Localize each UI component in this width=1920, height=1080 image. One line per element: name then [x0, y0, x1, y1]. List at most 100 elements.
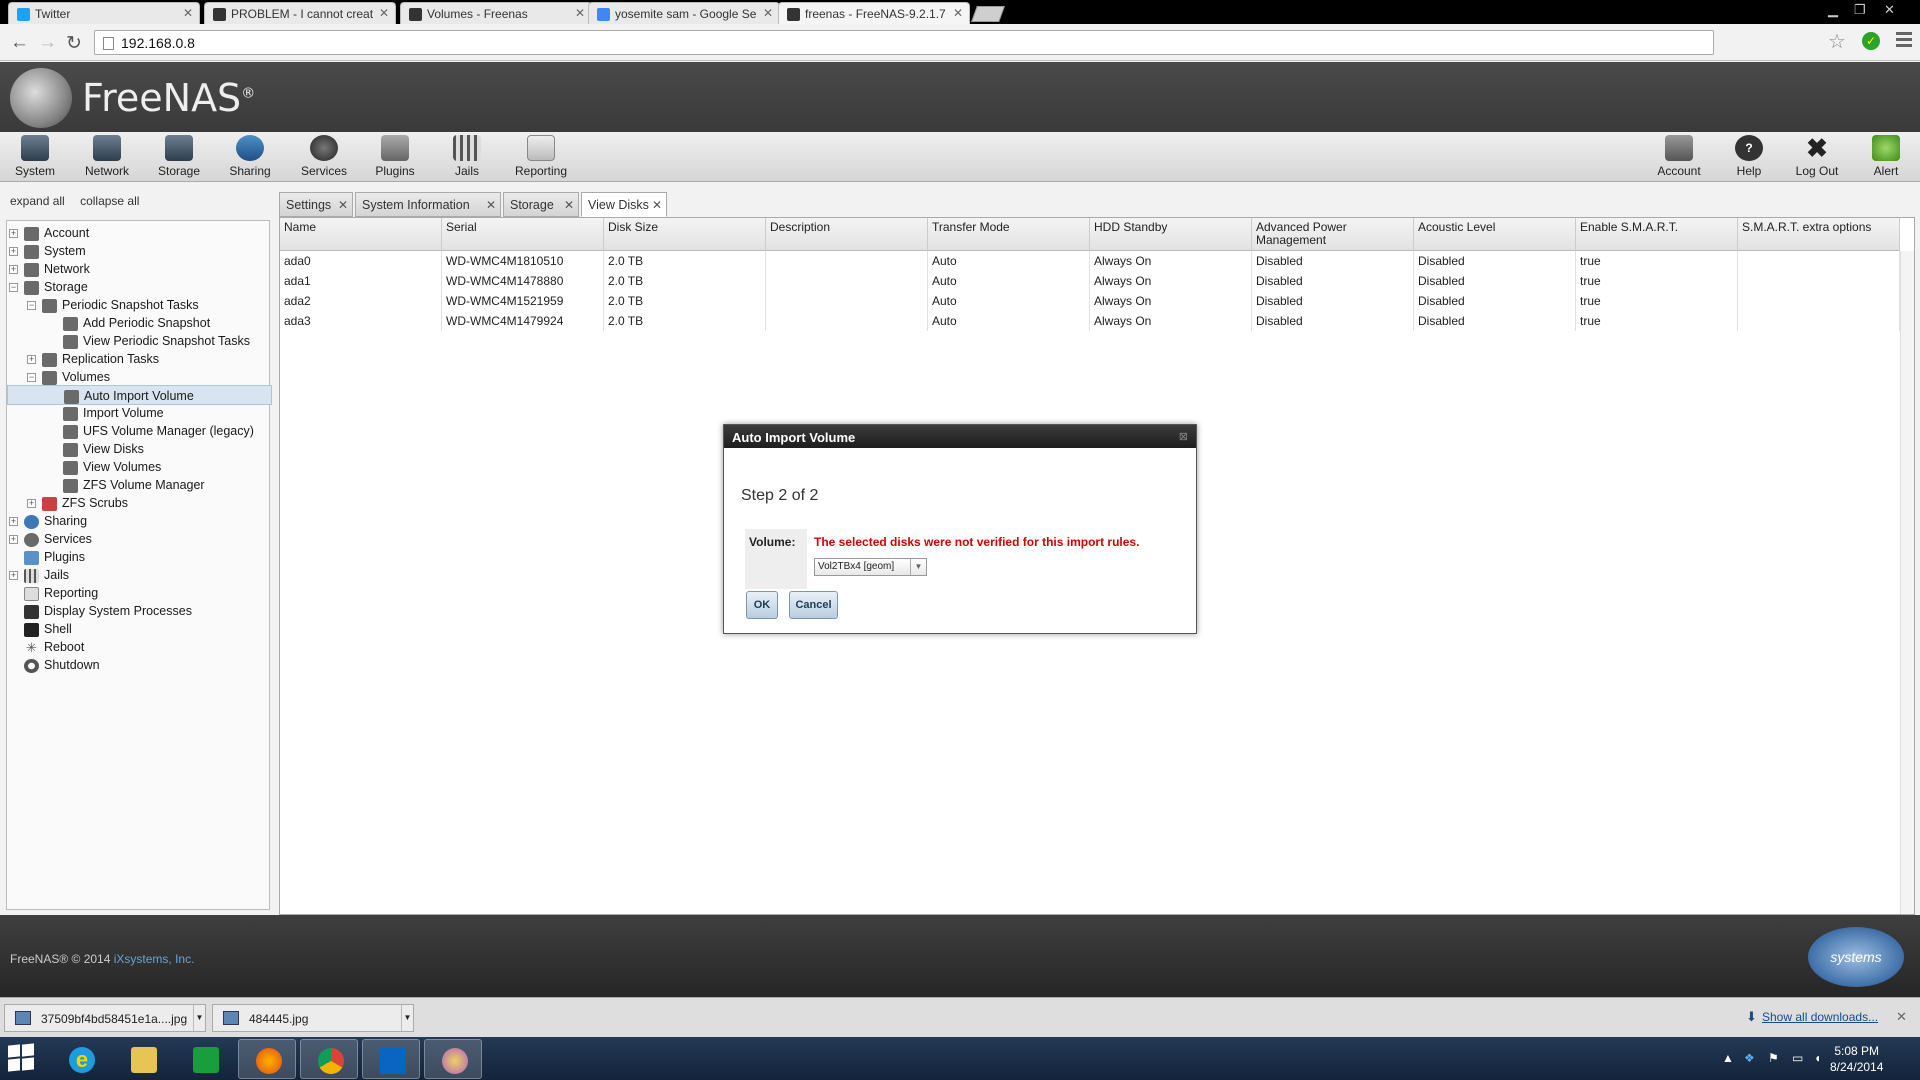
close-icon[interactable]: ✕ [575, 6, 585, 20]
windows-start-icon[interactable] [8, 1043, 36, 1073]
window-close-icon[interactable]: ✕ [1884, 2, 1895, 18]
tree-item-view-disks[interactable]: View Disks [63, 439, 144, 459]
forward-arrow-icon[interactable]: → [38, 32, 57, 54]
toolbar-services[interactable]: Services [298, 135, 350, 178]
column-header[interactable]: Disk Size [604, 218, 766, 251]
browser-tab-google[interactable]: yosemite sam - Google Se ✕ [588, 2, 780, 24]
column-header[interactable]: S.M.A.R.T. extra options [1738, 218, 1900, 251]
extension-check-icon[interactable]: ✓ [1862, 32, 1880, 50]
column-header[interactable]: HDD Standby [1090, 218, 1252, 251]
taskbar-firefox[interactable] [238, 1039, 296, 1079]
tab-settings[interactable]: Settings ✕ [279, 192, 353, 217]
tree-item-replication-tasks[interactable]: + Replication Tasks [27, 349, 159, 369]
column-header[interactable]: Advanced Power Management [1252, 218, 1414, 251]
dialog-close-icon[interactable]: ⊠ [1179, 430, 1188, 443]
reload-icon[interactable]: ↻ [66, 32, 82, 55]
chevron-down-icon[interactable]: ▼ [193, 1005, 205, 1031]
browser-tab-problem[interactable]: PROBLEM - I cannot creat ✕ [204, 2, 396, 24]
tray-chevron-up-icon[interactable]: ▲ [1722, 1051, 1734, 1065]
tree-item-shell[interactable]: Shell [24, 619, 72, 639]
tree-item-services[interactable]: + Services [9, 529, 92, 549]
browser-tab-volumes[interactable]: Volumes - Freenas ✕ [400, 2, 592, 24]
column-header[interactable]: Enable S.M.A.R.T. [1576, 218, 1738, 251]
tree-item-jails[interactable]: + Jails [9, 565, 69, 585]
toolbar-system[interactable]: System [12, 135, 58, 178]
tree-item-reporting[interactable]: Reporting [24, 583, 98, 603]
close-icon[interactable]: ✕ [763, 6, 773, 20]
cancel-button[interactable]: Cancel [789, 591, 838, 619]
tree-item-account[interactable]: + Account [9, 223, 89, 243]
tab-system-information[interactable]: System Information ✕ [355, 192, 501, 217]
column-header[interactable]: Name [280, 218, 442, 251]
close-icon[interactable]: ✕ [338, 198, 348, 212]
dropbox-icon[interactable]: ❖ [1744, 1051, 1755, 1065]
close-icon[interactable]: ✕ [564, 198, 574, 212]
download-item[interactable]: 37509bf4bd58451e1a....jpg ▼ [4, 1004, 206, 1032]
collapse-all-link[interactable]: collapse all [80, 194, 139, 208]
system-clock[interactable]: 5:08 PM 8/24/2014 [1830, 1043, 1883, 1075]
taskbar-internet-explorer[interactable]: e [52, 1039, 110, 1079]
tree-item-display-system-processes[interactable]: Display System Processes [24, 601, 192, 621]
tree-item-zfs-volume-manager[interactable]: ZFS Volume Manager [63, 475, 205, 495]
tree-item-add-periodic-snapshot[interactable]: Add Periodic Snapshot [63, 313, 210, 333]
toolbar-network[interactable]: Network [82, 135, 132, 178]
ok-button[interactable]: OK [746, 591, 778, 619]
taskbar-file-explorer[interactable] [114, 1039, 172, 1079]
company-link[interactable]: iXsystems, Inc. [114, 952, 195, 966]
close-icon[interactable]: ✕ [379, 6, 389, 20]
toolbar-help[interactable]: ? Help [1728, 135, 1770, 178]
table-row[interactable]: ada1 WD-WMC4M1478880 2.0 TB Auto Always … [280, 271, 1900, 291]
close-icon[interactable]: ✕ [652, 198, 662, 212]
tree-item-network[interactable]: + Network [9, 259, 90, 279]
volume-speaker-icon[interactable]: ◖ [1814, 1051, 1821, 1065]
column-header[interactable]: Transfer Mode [928, 218, 1090, 251]
ixsystems-logo[interactable]: systems [1808, 927, 1904, 987]
toolbar-alert[interactable]: Alert [1866, 135, 1906, 178]
tree-item-volumes[interactable]: − Volumes [27, 367, 110, 387]
tree-item-periodic-snapshot-tasks[interactable]: − Periodic Snapshot Tasks [27, 295, 199, 315]
toolbar-account[interactable]: Account [1654, 135, 1704, 178]
table-row[interactable]: ada3 WD-WMC4M1479924 2.0 TB Auto Always … [280, 311, 1900, 331]
tree-item-import-volume[interactable]: Import Volume [63, 403, 164, 423]
expand-all-link[interactable]: expand all [10, 194, 65, 208]
tree-item-auto-import-volume[interactable]: Auto Import Volume [7, 385, 272, 405]
taskbar-paint[interactable] [424, 1039, 482, 1079]
toolbar-reporting[interactable]: Reporting [510, 135, 572, 178]
column-header[interactable]: Description [766, 218, 928, 251]
close-icon[interactable]: ✕ [183, 6, 193, 20]
tree-item-reboot[interactable]: ✳ Reboot [24, 637, 84, 657]
tree-item-storage[interactable]: − Storage [9, 277, 88, 297]
toolbar-sharing[interactable]: Sharing [226, 135, 274, 178]
network-tray-icon[interactable]: ▭ [1792, 1051, 1803, 1065]
chevron-down-icon[interactable]: ▼ [401, 1005, 413, 1031]
tab-view-disks[interactable]: View Disks ✕ [581, 192, 667, 217]
tree-item-shutdown[interactable]: Shutdown [24, 655, 100, 675]
column-header[interactable]: Serial [442, 218, 604, 251]
tree-item-sharing[interactable]: + Sharing [9, 511, 87, 531]
close-icon[interactable]: ✕ [486, 198, 496, 212]
download-item[interactable]: 484445.jpg ▼ [212, 1004, 414, 1032]
toolbar-plugins[interactable]: Plugins [372, 135, 418, 178]
restore-icon[interactable]: ❐ [1854, 2, 1866, 18]
taskbar-mail[interactable] [362, 1039, 420, 1079]
back-arrow-icon[interactable]: ← [10, 32, 29, 54]
taskbar-store[interactable] [176, 1039, 234, 1079]
tree-item-system[interactable]: + System [9, 241, 86, 261]
vertical-scrollbar[interactable] [1900, 251, 1914, 914]
tree-item-ufs-volume-manager[interactable]: UFS Volume Manager (legacy) [63, 421, 254, 441]
tree-item-view-volumes[interactable]: View Volumes [63, 457, 161, 477]
tab-storage[interactable]: Storage ✕ [503, 192, 579, 217]
close-icon[interactable]: ✕ [953, 6, 963, 20]
volume-select[interactable]: Vol2TBx4 [geom] ▼ [814, 558, 927, 576]
column-header[interactable]: Acoustic Level [1414, 218, 1576, 251]
table-row[interactable]: ada0 WD-WMC4M1810510 2.0 TB Auto Always … [280, 251, 1900, 271]
bookmark-star-icon[interactable]: ☆ [1828, 29, 1846, 54]
tree-item-zfs-scrubs[interactable]: + ZFS Scrubs [27, 493, 128, 513]
new-tab-button[interactable] [971, 6, 1005, 22]
toolbar-jails[interactable]: Jails [446, 135, 488, 178]
minimize-icon[interactable]: ▁ [1828, 2, 1838, 18]
show-all-downloads-link[interactable]: Show all downloads... [1762, 1010, 1878, 1024]
table-row[interactable]: ada2 WD-WMC4M1521959 2.0 TB Auto Always … [280, 291, 1900, 311]
tree-item-view-periodic-snapshot-tasks[interactable]: View Periodic Snapshot Tasks [63, 331, 250, 351]
action-center-flag-icon[interactable]: ⚑ [1768, 1051, 1779, 1065]
